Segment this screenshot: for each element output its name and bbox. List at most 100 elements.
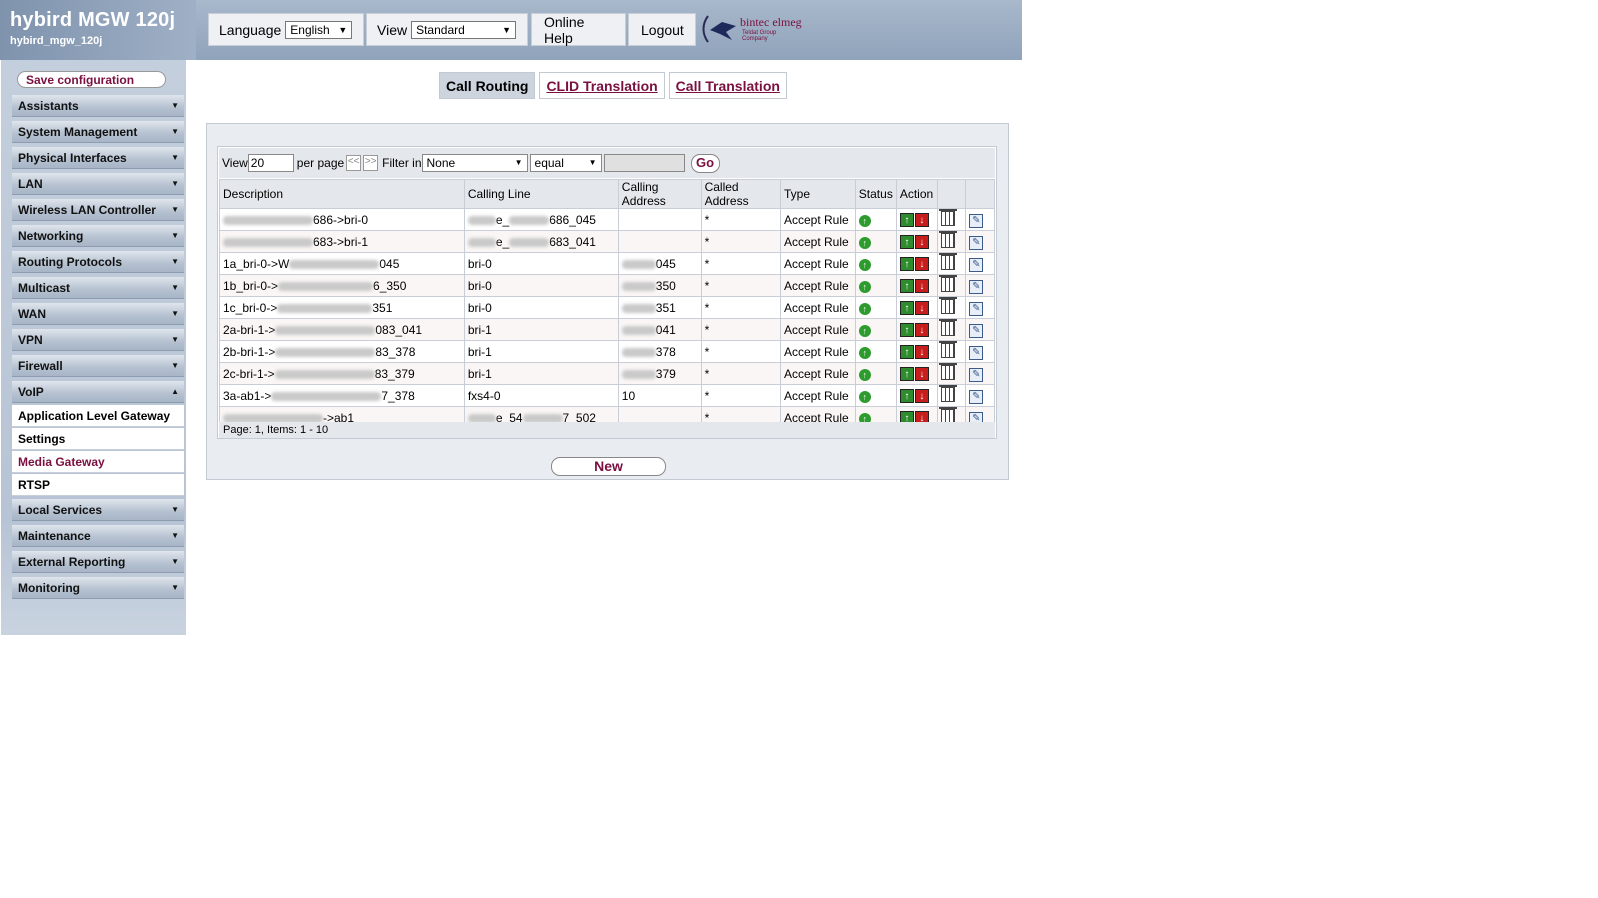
per-page-input[interactable]: 20 xyxy=(247,154,294,172)
move-up-icon[interactable]: ↑ xyxy=(899,367,914,381)
sidebar-item-system-management[interactable]: System Management ▼ xyxy=(12,121,184,143)
move-up-icon[interactable]: ↑ xyxy=(899,323,914,337)
caret-down-icon: ▼ xyxy=(171,531,179,540)
column-header-calling-line[interactable]: Calling Line xyxy=(463,179,619,209)
go-button[interactable]: Go xyxy=(690,153,720,173)
table-row: 686->bri-0 e_ 686_045 * Accept Rule ↑ ↑ ↓ ✎ xyxy=(219,208,995,231)
column-header-description[interactable]: Description xyxy=(219,179,465,209)
edit-icon[interactable]: ✎ xyxy=(969,257,984,272)
sidebar-item-routing-protocols[interactable]: Routing Protocols ▼ xyxy=(12,251,184,273)
sidebar-item-vpn[interactable]: VPN ▼ xyxy=(12,329,184,351)
sidebar-item-wan[interactable]: WAN ▼ xyxy=(12,303,184,325)
sidebar-item-assistants[interactable]: Assistants ▼ xyxy=(12,95,184,117)
new-rule-button[interactable]: New xyxy=(551,457,666,476)
prev-page-button[interactable]: << xyxy=(346,155,362,171)
tab-call-routing[interactable]: Call Routing xyxy=(439,72,536,99)
filter-value-input[interactable] xyxy=(603,154,685,172)
save-configuration-button[interactable]: Save configuration xyxy=(17,71,166,88)
logout-button[interactable]: Logout xyxy=(628,13,696,46)
sidebar-subitem-media-gateway[interactable]: Media Gateway xyxy=(12,451,184,473)
trash-icon[interactable] xyxy=(938,208,957,226)
logo-subtext: Teldat Group Company xyxy=(742,30,777,42)
calling-line-suffix: 683_041 xyxy=(549,234,596,249)
edit-icon[interactable]: ✎ xyxy=(969,323,984,338)
online-help-button[interactable]: Online Help xyxy=(531,13,626,46)
trash-icon[interactable] xyxy=(938,274,957,292)
move-up-icon[interactable]: ↑ xyxy=(899,235,914,249)
sidebar-item-label: Wireless LAN Controller xyxy=(18,203,156,217)
edit-icon[interactable]: ✎ xyxy=(969,301,984,316)
move-up-icon[interactable]: ↑ xyxy=(899,279,914,293)
sidebar-subitem-rtsp[interactable]: RTSP xyxy=(12,474,184,496)
trash-icon[interactable] xyxy=(938,340,957,358)
move-down-icon[interactable]: ↓ xyxy=(914,279,929,293)
redacted-text xyxy=(277,303,373,313)
cell-calling-line: bri-0 xyxy=(463,296,619,319)
move-down-icon[interactable]: ↓ xyxy=(914,301,929,315)
edit-icon[interactable]: ✎ xyxy=(969,345,984,360)
move-down-icon[interactable]: ↓ xyxy=(914,213,929,227)
edit-icon[interactable]: ✎ xyxy=(969,389,984,404)
sidebar-item-label: Routing Protocols xyxy=(18,255,122,269)
trash-icon[interactable] xyxy=(938,230,957,248)
sidebar-item-multicast[interactable]: Multicast ▼ xyxy=(12,277,184,299)
filter-operator-select[interactable]: equal ▼ xyxy=(529,154,602,172)
move-up-icon[interactable]: ↑ xyxy=(899,301,914,315)
language-select[interactable]: English ▼ xyxy=(285,20,353,39)
sidebar-subitem-settings[interactable]: Settings xyxy=(12,428,184,450)
move-down-icon[interactable]: ↓ xyxy=(914,367,929,381)
move-up-icon[interactable]: ↑ xyxy=(899,389,914,403)
trash-icon[interactable] xyxy=(938,318,957,336)
move-down-icon[interactable]: ↓ xyxy=(914,235,929,249)
column-header-calling-address[interactable]: Calling Address xyxy=(617,179,702,209)
status-active-icon: ↑ xyxy=(858,214,871,227)
edit-icon[interactable]: ✎ xyxy=(969,367,984,382)
column-header-type[interactable]: Type xyxy=(779,179,856,209)
trash-icon[interactable] xyxy=(938,252,957,270)
view-label: View xyxy=(377,21,408,38)
sidebar-item-external-reporting[interactable]: External Reporting ▼ xyxy=(12,551,184,573)
sidebar-item-monitoring[interactable]: Monitoring ▼ xyxy=(12,577,184,599)
redacted-text xyxy=(621,347,656,357)
redacted-text xyxy=(621,325,656,335)
move-down-icon[interactable]: ↓ xyxy=(914,389,929,403)
tab-clid-translation[interactable]: CLID Translation xyxy=(539,72,665,99)
sidebar-item-voip[interactable]: VoIP ▲ xyxy=(12,381,184,403)
tab-call-translation[interactable]: Call Translation xyxy=(668,72,787,99)
view-select[interactable]: Standard ▼ xyxy=(411,20,517,39)
description-suffix: 683->bri-1 xyxy=(313,234,369,249)
sidebar-item-physical-interfaces[interactable]: Physical Interfaces ▼ xyxy=(12,147,184,169)
filter-field-select[interactable]: None ▼ xyxy=(421,154,528,172)
description-suffix: 686->bri-0 xyxy=(313,212,369,227)
trash-icon[interactable] xyxy=(938,384,957,402)
cell-description: 2b-bri-1-> 83_378 xyxy=(219,340,465,363)
cell-type: Accept Rule xyxy=(779,296,856,319)
move-up-icon[interactable]: ↑ xyxy=(899,213,914,227)
move-up-icon[interactable]: ↑ xyxy=(899,257,914,271)
edit-icon[interactable]: ✎ xyxy=(969,279,984,294)
sidebar-item-lan[interactable]: LAN ▼ xyxy=(12,173,184,195)
redacted-text xyxy=(271,391,382,401)
move-up-icon[interactable]: ↑ xyxy=(899,345,914,359)
trash-icon[interactable] xyxy=(938,296,957,314)
sidebar-item-wireless-lan-controller[interactable]: Wireless LAN Controller ▼ xyxy=(12,199,184,221)
cell-calling-address xyxy=(617,230,702,253)
sidebar-item-networking[interactable]: Networking ▼ xyxy=(12,225,184,247)
description-prefix: 2b-bri-1-> xyxy=(223,344,276,359)
sidebar-subitem-application-level-gateway[interactable]: Application Level Gateway xyxy=(12,405,184,427)
move-down-icon[interactable]: ↓ xyxy=(914,257,929,271)
edit-icon[interactable]: ✎ xyxy=(969,213,984,228)
caret-down-icon: ▼ xyxy=(171,335,179,344)
sidebar-item-maintenance[interactable]: Maintenance ▼ xyxy=(12,525,184,547)
move-down-icon[interactable]: ↓ xyxy=(914,345,929,359)
cell-status: ↑ xyxy=(854,208,897,231)
edit-icon[interactable]: ✎ xyxy=(969,235,984,250)
next-page-button[interactable]: >> xyxy=(363,155,379,171)
chevron-down-icon: ▼ xyxy=(588,158,597,167)
move-down-icon[interactable]: ↓ xyxy=(914,323,929,337)
sidebar-item-firewall[interactable]: Firewall ▼ xyxy=(12,355,184,377)
trash-icon[interactable] xyxy=(938,362,957,380)
column-header-called-address[interactable]: Called Address xyxy=(700,179,781,209)
column-header-status[interactable]: Status xyxy=(854,179,897,209)
sidebar-item-local-services[interactable]: Local Services ▼ xyxy=(12,499,184,521)
